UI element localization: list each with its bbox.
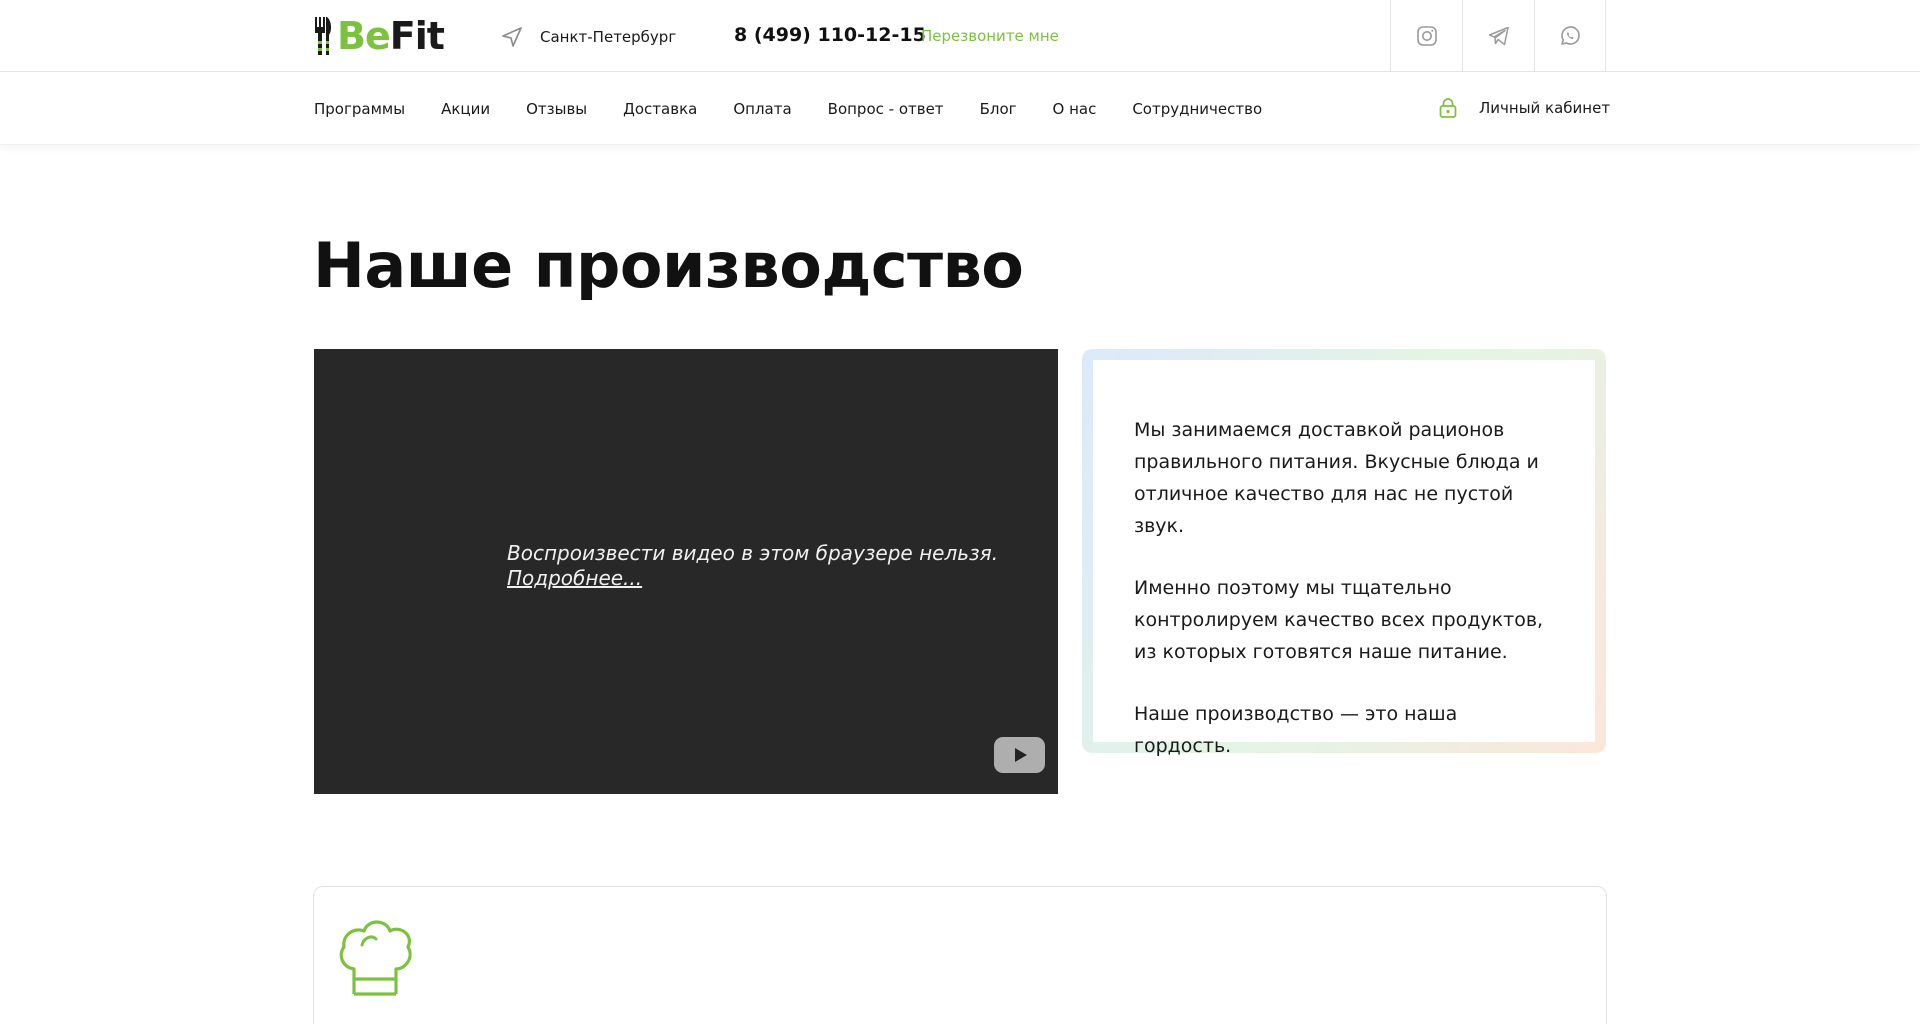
nav-item-cooperation[interactable]: Сотрудничество [1132, 100, 1262, 118]
video-more-link[interactable]: Подробнее... [507, 566, 1007, 591]
paragraph-3: Наше производство — это наша гордость. [1134, 703, 1458, 757]
nav-item-delivery[interactable]: Доставка [623, 100, 697, 118]
page-title: Наше производство [313, 229, 1024, 302]
location-arrow-icon [502, 27, 522, 47]
lock-icon [1439, 98, 1457, 118]
whatsapp-button[interactable] [1534, 0, 1606, 72]
logo-be: Be [337, 14, 391, 58]
logo-fit: Fit [389, 14, 445, 58]
feature-card [313, 886, 1607, 1024]
nav-item-payment[interactable]: Оплата [733, 100, 791, 118]
top-bar: BeFit Санкт-Петербург 8 (499) 110-12-15 … [0, 0, 1920, 72]
paragraph-2: Именно поэтому мы тщательно контролируем… [1134, 577, 1544, 663]
about-production-content: Мы занимаемся доставкой рационов правиль… [1093, 360, 1595, 757]
main-nav: Программы Акции Отзывы Доставка Оплата В… [314, 100, 1298, 118]
play-icon [1015, 748, 1027, 762]
instagram-button[interactable] [1390, 0, 1462, 72]
chef-hat-icon [339, 920, 412, 996]
nav-item-about[interactable]: О нас [1053, 100, 1097, 118]
telegram-icon [1488, 26, 1509, 46]
video-player[interactable]: Воспроизвести видео в этом браузере нель… [314, 349, 1058, 794]
nav-item-faq[interactable]: Вопрос - ответ [828, 100, 944, 118]
nav-item-programs[interactable]: Программы [314, 100, 405, 118]
telegram-button[interactable] [1462, 0, 1534, 72]
paragraph-1: Мы занимаемся доставкой рационов правиль… [1134, 419, 1539, 537]
about-production-card: Мы занимаемся доставкой рационов правиль… [1082, 349, 1606, 757]
account-label: Личный кабинет [1479, 99, 1611, 117]
city-selector[interactable]: Санкт-Петербург [500, 25, 676, 49]
main-nav-bar: Программы Акции Отзывы Доставка Оплата В… [0, 72, 1920, 145]
whatsapp-icon [1561, 26, 1580, 45]
youtube-play-button[interactable] [994, 737, 1045, 773]
callback-link[interactable]: Перезвоните мне [921, 27, 1059, 45]
cutlery-icon [315, 17, 332, 55]
account-link[interactable]: Личный кабинет [1437, 97, 1610, 119]
video-error-text: Воспроизвести видео в этом браузере нель… [507, 541, 999, 565]
social-links [1390, 0, 1606, 72]
video-error-message: Воспроизвести видео в этом браузере нель… [507, 541, 1007, 591]
logo[interactable]: BeFit [313, 14, 445, 58]
city-label: Санкт-Петербург [540, 28, 677, 46]
phone-number[interactable]: 8 (499) 110-12-15 [734, 24, 926, 46]
nav-item-blog[interactable]: Блог [980, 100, 1017, 118]
nav-item-promotions[interactable]: Акции [441, 100, 490, 118]
nav-item-reviews[interactable]: Отзывы [526, 100, 587, 118]
instagram-icon [1416, 26, 1437, 46]
